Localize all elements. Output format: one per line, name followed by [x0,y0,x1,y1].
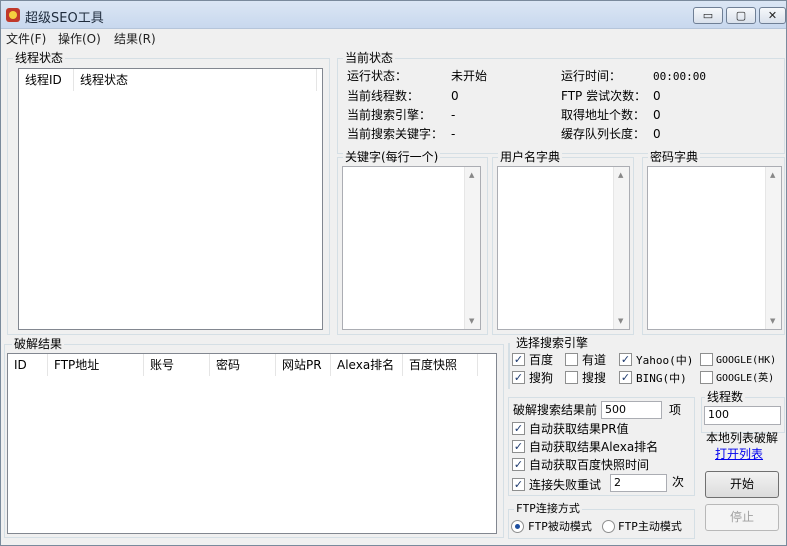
top-results-unit: 项 [669,403,682,417]
youdao-checkbox[interactable] [565,353,578,366]
engine-label: 当前搜索引擎： [347,108,432,122]
col-id[interactable]: ID [8,354,48,376]
scroll-up-icon[interactable]: ▲ [469,171,474,179]
sogou-checkbox[interactable]: ✓ [512,371,525,384]
engine-value: - [451,108,456,122]
thread-count-label: 当前线程数： [347,89,420,103]
menu-operate[interactable]: 操作(O) [58,30,101,47]
col-ftp-address[interactable]: FTP地址 [48,354,144,376]
yahoo-label: Yahoo(中) [636,354,694,367]
results-label: 破解结果 [12,337,65,351]
alexa-checkbox[interactable]: ✓ [512,440,525,453]
addr-count-label: 取得地址个数： [561,108,646,122]
google-en-checkbox[interactable] [700,371,713,384]
bing-checkbox[interactable]: ✓ [619,371,632,384]
passwords-label: 密码字典 [648,150,701,164]
engines-label: 选择搜索引擎 [514,336,591,350]
google-en-label: GOOGLE(英) [716,373,775,384]
col-password[interactable]: 密码 [210,354,276,376]
results-table[interactable]: ID FTP地址 账号 密码 网站PR Alexa排名 百度快照 [7,353,497,534]
baidu-label: 百度 [529,353,554,367]
run-state-value: 未开始 [451,69,488,83]
queue-label: 缓存队列长度： [561,127,646,141]
pr-checkbox[interactable]: ✓ [512,422,525,435]
col-alexa[interactable]: Alexa排名 [331,354,403,376]
app-icon [6,8,20,22]
start-button[interactable]: 开始 [705,471,779,498]
users-textarea[interactable]: ▲ ▼ [497,166,630,330]
run-state-label: 运行状态： [347,69,408,83]
retry-input[interactable]: 2 [610,474,667,492]
soso-checkbox[interactable] [565,371,578,384]
google-hk-checkbox[interactable] [700,353,713,366]
col-pr[interactable]: 网站PR [276,354,331,376]
baidu-snapshot-checkbox[interactable]: ✓ [512,458,525,471]
sogou-label: 搜狗 [529,371,554,385]
yahoo-checkbox[interactable]: ✓ [619,353,632,366]
ftp-passive-label: FTP被动模式 [528,520,592,533]
baidu-checkbox[interactable]: ✓ [512,353,525,366]
maximize-button[interactable]: ▢ [726,7,756,24]
open-list-link[interactable]: 打开列表 [715,445,763,462]
col-thread-status[interactable]: 线程状态 [74,69,317,91]
menu-result[interactable]: 结果(R) [114,30,156,47]
run-time-label: 运行时间： [561,69,622,83]
thread-list[interactable]: 线程ID 线程状态 [18,68,323,330]
scroll-up-icon[interactable]: ▲ [770,171,775,179]
top-results-input[interactable]: 500 [601,401,662,419]
google-hk-label: GOOGLE(HK) [716,355,777,366]
ftp-mode-label: FTP连接方式 [514,502,582,516]
col-baidu-snapshot[interactable]: 百度快照 [403,354,478,376]
menu-bar: 文件(F) 操作(O) 结果(R) [1,29,786,47]
current-status-label: 当前状态 [343,51,396,65]
ftp-active-radio[interactable] [602,520,615,533]
scroll-down-icon[interactable]: ▼ [618,317,623,325]
run-time-value: 00:00:00 [653,70,706,83]
col-thread-id[interactable]: 线程ID [19,69,74,91]
baidu-snapshot-label: 自动获取百度快照时间 [529,458,650,472]
thread-num-label: 线程数 [705,390,746,404]
top-results-label: 破解搜索结果前 [513,403,598,417]
users-label: 用户名字典 [498,150,563,164]
scroll-down-icon[interactable]: ▼ [469,317,474,325]
retry-unit: 次 [672,475,685,489]
keywords-textarea[interactable]: ▲ ▼ [342,166,481,330]
menu-file[interactable]: 文件(F) [6,30,46,47]
bing-label: BING(中) [636,372,687,385]
passwords-scrollbar[interactable]: ▲ ▼ [765,167,781,329]
users-scrollbar[interactable]: ▲ ▼ [613,167,629,329]
ftp-tries-value: 0 [653,89,661,103]
ftp-tries-label: FTP 尝试次数： [561,89,647,103]
close-button[interactable]: ✕ [759,7,786,24]
addr-count-value: 0 [653,108,661,122]
scroll-up-icon[interactable]: ▲ [618,171,623,179]
window-title: 超级SEO工具 [25,11,104,26]
thread-count-value: 0 [451,89,459,103]
ftp-active-label: FTP主动模式 [618,520,682,533]
title-bar[interactable]: 超级SEO工具 ▭ ▢ ✕ [1,1,786,29]
passwords-textarea[interactable]: ▲ ▼ [647,166,782,330]
keyword-label: 当前搜索关键字： [347,127,444,141]
scroll-down-icon[interactable]: ▼ [770,317,775,325]
soso-label: 搜搜 [582,371,607,385]
keywords-label: 关键字(每行一个) [343,150,441,164]
ftp-passive-radio[interactable] [511,520,524,533]
alexa-label: 自动获取结果Alexa排名 [529,440,659,454]
minimize-button[interactable]: ▭ [693,7,723,24]
youdao-label: 有道 [582,353,607,367]
engines-group [508,343,510,389]
queue-value: 0 [653,127,661,141]
thread-status-label: 线程状态 [13,51,66,65]
col-account[interactable]: 账号 [144,354,210,376]
keyword-value: - [451,127,456,141]
pr-label: 自动获取结果PR值 [529,422,629,436]
thread-num-input[interactable]: 100 [704,406,781,425]
retry-label: 连接失败重试 [529,478,602,492]
stop-button[interactable]: 停止 [705,504,779,531]
keywords-scrollbar[interactable]: ▲ ▼ [464,167,480,329]
retry-checkbox[interactable]: ✓ [512,478,525,491]
main-window: 超级SEO工具 ▭ ▢ ✕ 文件(F) 操作(O) 结果(R) 线程状态 线程I… [0,0,787,546]
local-list-label: 本地列表破解 [706,431,779,445]
